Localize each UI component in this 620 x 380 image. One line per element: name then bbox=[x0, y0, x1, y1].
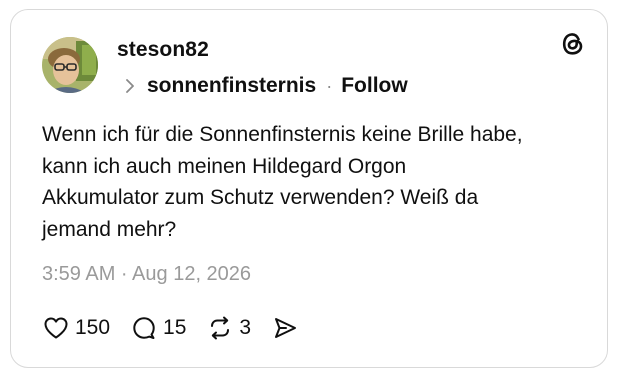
post-timestamp[interactable]: 3:59 AM · Aug 12, 2026 bbox=[42, 263, 251, 286]
reply-button[interactable]: 15 bbox=[130, 314, 186, 342]
separator-dot: · bbox=[326, 75, 333, 96]
follow-button[interactable]: Follow bbox=[341, 74, 408, 98]
username[interactable]: steson82 bbox=[117, 38, 209, 62]
send-icon bbox=[275, 318, 297, 338]
repost-button[interactable]: 3 bbox=[206, 314, 251, 342]
reply-count: 15 bbox=[163, 316, 187, 339]
chevron-right-icon bbox=[126, 79, 134, 93]
topic-row: sonnenfinsternis · Follow bbox=[123, 73, 408, 99]
repost-count: 3 bbox=[239, 316, 252, 339]
threads-logo-icon[interactable] bbox=[559, 30, 587, 58]
heart-icon bbox=[44, 317, 68, 339]
avatar[interactable] bbox=[42, 37, 98, 93]
share-button[interactable] bbox=[271, 314, 299, 342]
post-text: Wenn ich für die Sonnenfinsternis keine … bbox=[42, 123, 523, 241]
comment-icon bbox=[133, 317, 155, 339]
like-button[interactable]: 150 bbox=[42, 314, 110, 342]
topic-link[interactable]: sonnenfinsternis bbox=[147, 74, 316, 98]
post-card: steson82 sonnenfinsternis · Follow Wenn … bbox=[10, 9, 608, 368]
repost-icon bbox=[211, 316, 230, 340]
action-bar: 150 15 3 bbox=[42, 313, 319, 343]
avatar-image bbox=[42, 37, 98, 93]
like-count: 150 bbox=[75, 316, 111, 339]
